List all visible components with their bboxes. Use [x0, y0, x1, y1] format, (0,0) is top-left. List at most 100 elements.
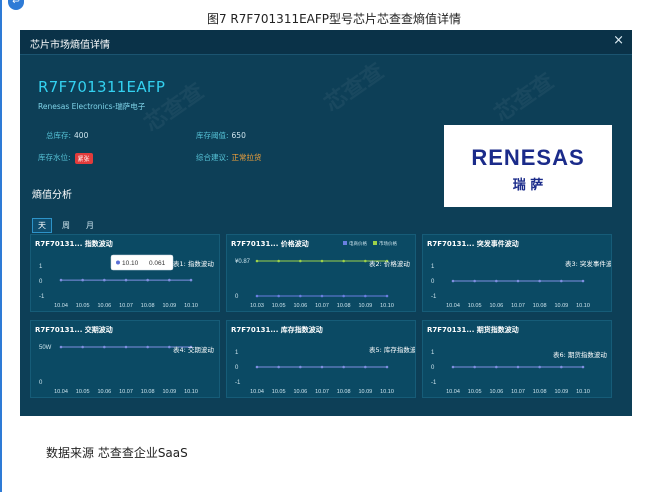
- tab-week[interactable]: 周: [56, 218, 76, 233]
- chart-svg: 1 0 -1 10.04 10.05 10.06 10.07 10.08 10.09 10.10 表…: [39, 254, 214, 309]
- data-point[interactable]: [255, 365, 259, 369]
- legend-swatch: [373, 241, 377, 245]
- chart-panel-lead-time: R7F70131... 交期波动 50W 0 10.04 10.05 10.06 10.07…: [30, 320, 220, 398]
- x-tick-label: 10.06: [97, 389, 111, 395]
- data-point[interactable]: [146, 278, 149, 282]
- chart-svg: 1 0 -1 10.04 10.05 10.06 10.07 10.08 10.09 10.10 表…: [431, 259, 611, 309]
- chart-svg: 1 0 -1 10.04 10.05 10.06 10.07 10.08 10.09 10.10 表…: [431, 350, 607, 395]
- stock-level-label: 库存水位:: [38, 153, 71, 162]
- x-tick-label: 10.10: [380, 389, 394, 395]
- figure-caption: 图7 R7F701311EAFP型号芯片芯查查熵值详情: [206, 12, 462, 26]
- data-point[interactable]: [516, 365, 520, 369]
- y-tick-label: 1: [39, 264, 43, 270]
- entropy-detail-modal: 芯片市场熵值详情 × 芯查查 芯查查 芯查查 R7F701311EAFP Ren…: [20, 30, 632, 416]
- data-point[interactable]: [495, 365, 498, 369]
- data-point[interactable]: [364, 259, 367, 263]
- modal-title: 芯片市场熵值详情: [30, 40, 110, 51]
- data-point[interactable]: [560, 365, 563, 369]
- stock-threshold-field: 库存阈值: 650: [196, 130, 246, 141]
- total-stock-label: 总库存:: [46, 131, 72, 140]
- chart-annotation: 表5: 库存指数波动: [369, 345, 415, 354]
- tab-day[interactable]: 天: [32, 218, 52, 233]
- y-tick-label: 0: [431, 279, 435, 285]
- data-point[interactable]: [342, 365, 345, 369]
- data-point[interactable]: [538, 279, 541, 283]
- data-point[interactable]: [299, 259, 302, 263]
- data-point[interactable]: [299, 365, 302, 369]
- data-point[interactable]: [385, 365, 389, 369]
- data-point[interactable]: [538, 365, 541, 369]
- data-point[interactable]: [299, 294, 302, 298]
- data-point[interactable]: [560, 279, 563, 283]
- data-point[interactable]: [342, 294, 345, 298]
- period-tabs: 天周月: [32, 213, 104, 233]
- data-point[interactable]: [277, 365, 280, 369]
- x-tick-label: 10.09: [162, 303, 176, 309]
- chart-svg: ¥0.87 0 10.03 10.05 10.06 10.07 10.08 10.09 10.1…: [235, 240, 410, 309]
- data-point[interactable]: [451, 279, 455, 283]
- x-tick-label: 10.07: [315, 389, 329, 395]
- data-point[interactable]: [59, 278, 63, 282]
- data-point[interactable]: [581, 365, 585, 369]
- stock-level-field: 库存水位: 紧张: [38, 152, 93, 164]
- data-point[interactable]: [124, 278, 128, 282]
- chart-panel-index: R7F70131... 指数波动 1 0 -1 10.04 10.05 10.06 10.07…: [30, 234, 220, 312]
- legend-label[interactable]: 市场价格: [379, 240, 397, 247]
- y-tick-label: 0: [431, 365, 435, 371]
- data-point[interactable]: [277, 294, 280, 298]
- x-tick-label: 10.09: [162, 389, 176, 395]
- chart-annotation: 表1: 指数波动: [173, 259, 214, 268]
- data-point[interactable]: [516, 279, 520, 283]
- close-icon[interactable]: ×: [613, 33, 624, 48]
- x-tick-label: 10.08: [141, 389, 155, 395]
- x-tick-label: 10.10: [184, 303, 198, 309]
- data-point[interactable]: [320, 294, 324, 298]
- total-stock-field: 总库存: 400: [46, 130, 88, 141]
- y-tick-label: 0: [235, 365, 239, 371]
- x-tick-label: 10.07: [511, 303, 525, 309]
- data-point[interactable]: [473, 279, 476, 283]
- x-tick-label: 10.08: [141, 303, 155, 309]
- data-point[interactable]: [255, 294, 259, 298]
- x-tick-label: 10.05: [272, 389, 286, 395]
- tab-month[interactable]: 月: [80, 218, 100, 233]
- x-tick-label: 10.06: [293, 303, 307, 309]
- data-point[interactable]: [495, 279, 498, 283]
- section-title: 熵值分析: [32, 190, 72, 201]
- y-tick-label: 1: [431, 350, 435, 356]
- x-tick-label: 10.04: [446, 303, 460, 309]
- data-point[interactable]: [168, 345, 171, 349]
- data-source-footer: 数据来源 芯查查企业SaaS: [46, 446, 188, 460]
- data-point[interactable]: [473, 365, 476, 369]
- x-tick-label: 10.04: [54, 303, 68, 309]
- x-tick-label: 10.05: [76, 303, 90, 309]
- data-point[interactable]: [320, 365, 324, 369]
- x-tick-label: 10.10: [576, 389, 590, 395]
- data-point[interactable]: [364, 365, 367, 369]
- y-tick-label: 0: [235, 294, 239, 300]
- data-point[interactable]: [81, 345, 84, 349]
- data-point[interactable]: [364, 294, 367, 298]
- data-point[interactable]: [103, 278, 106, 282]
- data-point[interactable]: [59, 345, 63, 349]
- data-point[interactable]: [189, 278, 193, 282]
- data-point[interactable]: [581, 279, 585, 283]
- chart-panel-futures-index: R7F70131... 期货指数波动 1 0 -1 10.04 10.05 10.06 10.…: [422, 320, 612, 398]
- x-tick-label: 10.09: [554, 303, 568, 309]
- data-point[interactable]: [320, 259, 324, 263]
- data-point[interactable]: [146, 345, 149, 349]
- data-point[interactable]: [124, 345, 128, 349]
- data-point[interactable]: [168, 278, 171, 282]
- legend-label[interactable]: 电商价格: [349, 240, 367, 247]
- data-point[interactable]: [342, 259, 345, 263]
- data-point[interactable]: [451, 365, 455, 369]
- data-point[interactable]: [385, 294, 389, 298]
- data-point[interactable]: [255, 259, 259, 263]
- data-point[interactable]: [277, 259, 280, 263]
- y-tick-label: 1: [431, 264, 435, 270]
- data-point[interactable]: [103, 345, 106, 349]
- return-icon[interactable]: ↩: [8, 0, 24, 10]
- data-point[interactable]: [81, 278, 84, 282]
- x-tick-label: 10.10: [576, 303, 590, 309]
- x-tick-label: 10.08: [337, 389, 351, 395]
